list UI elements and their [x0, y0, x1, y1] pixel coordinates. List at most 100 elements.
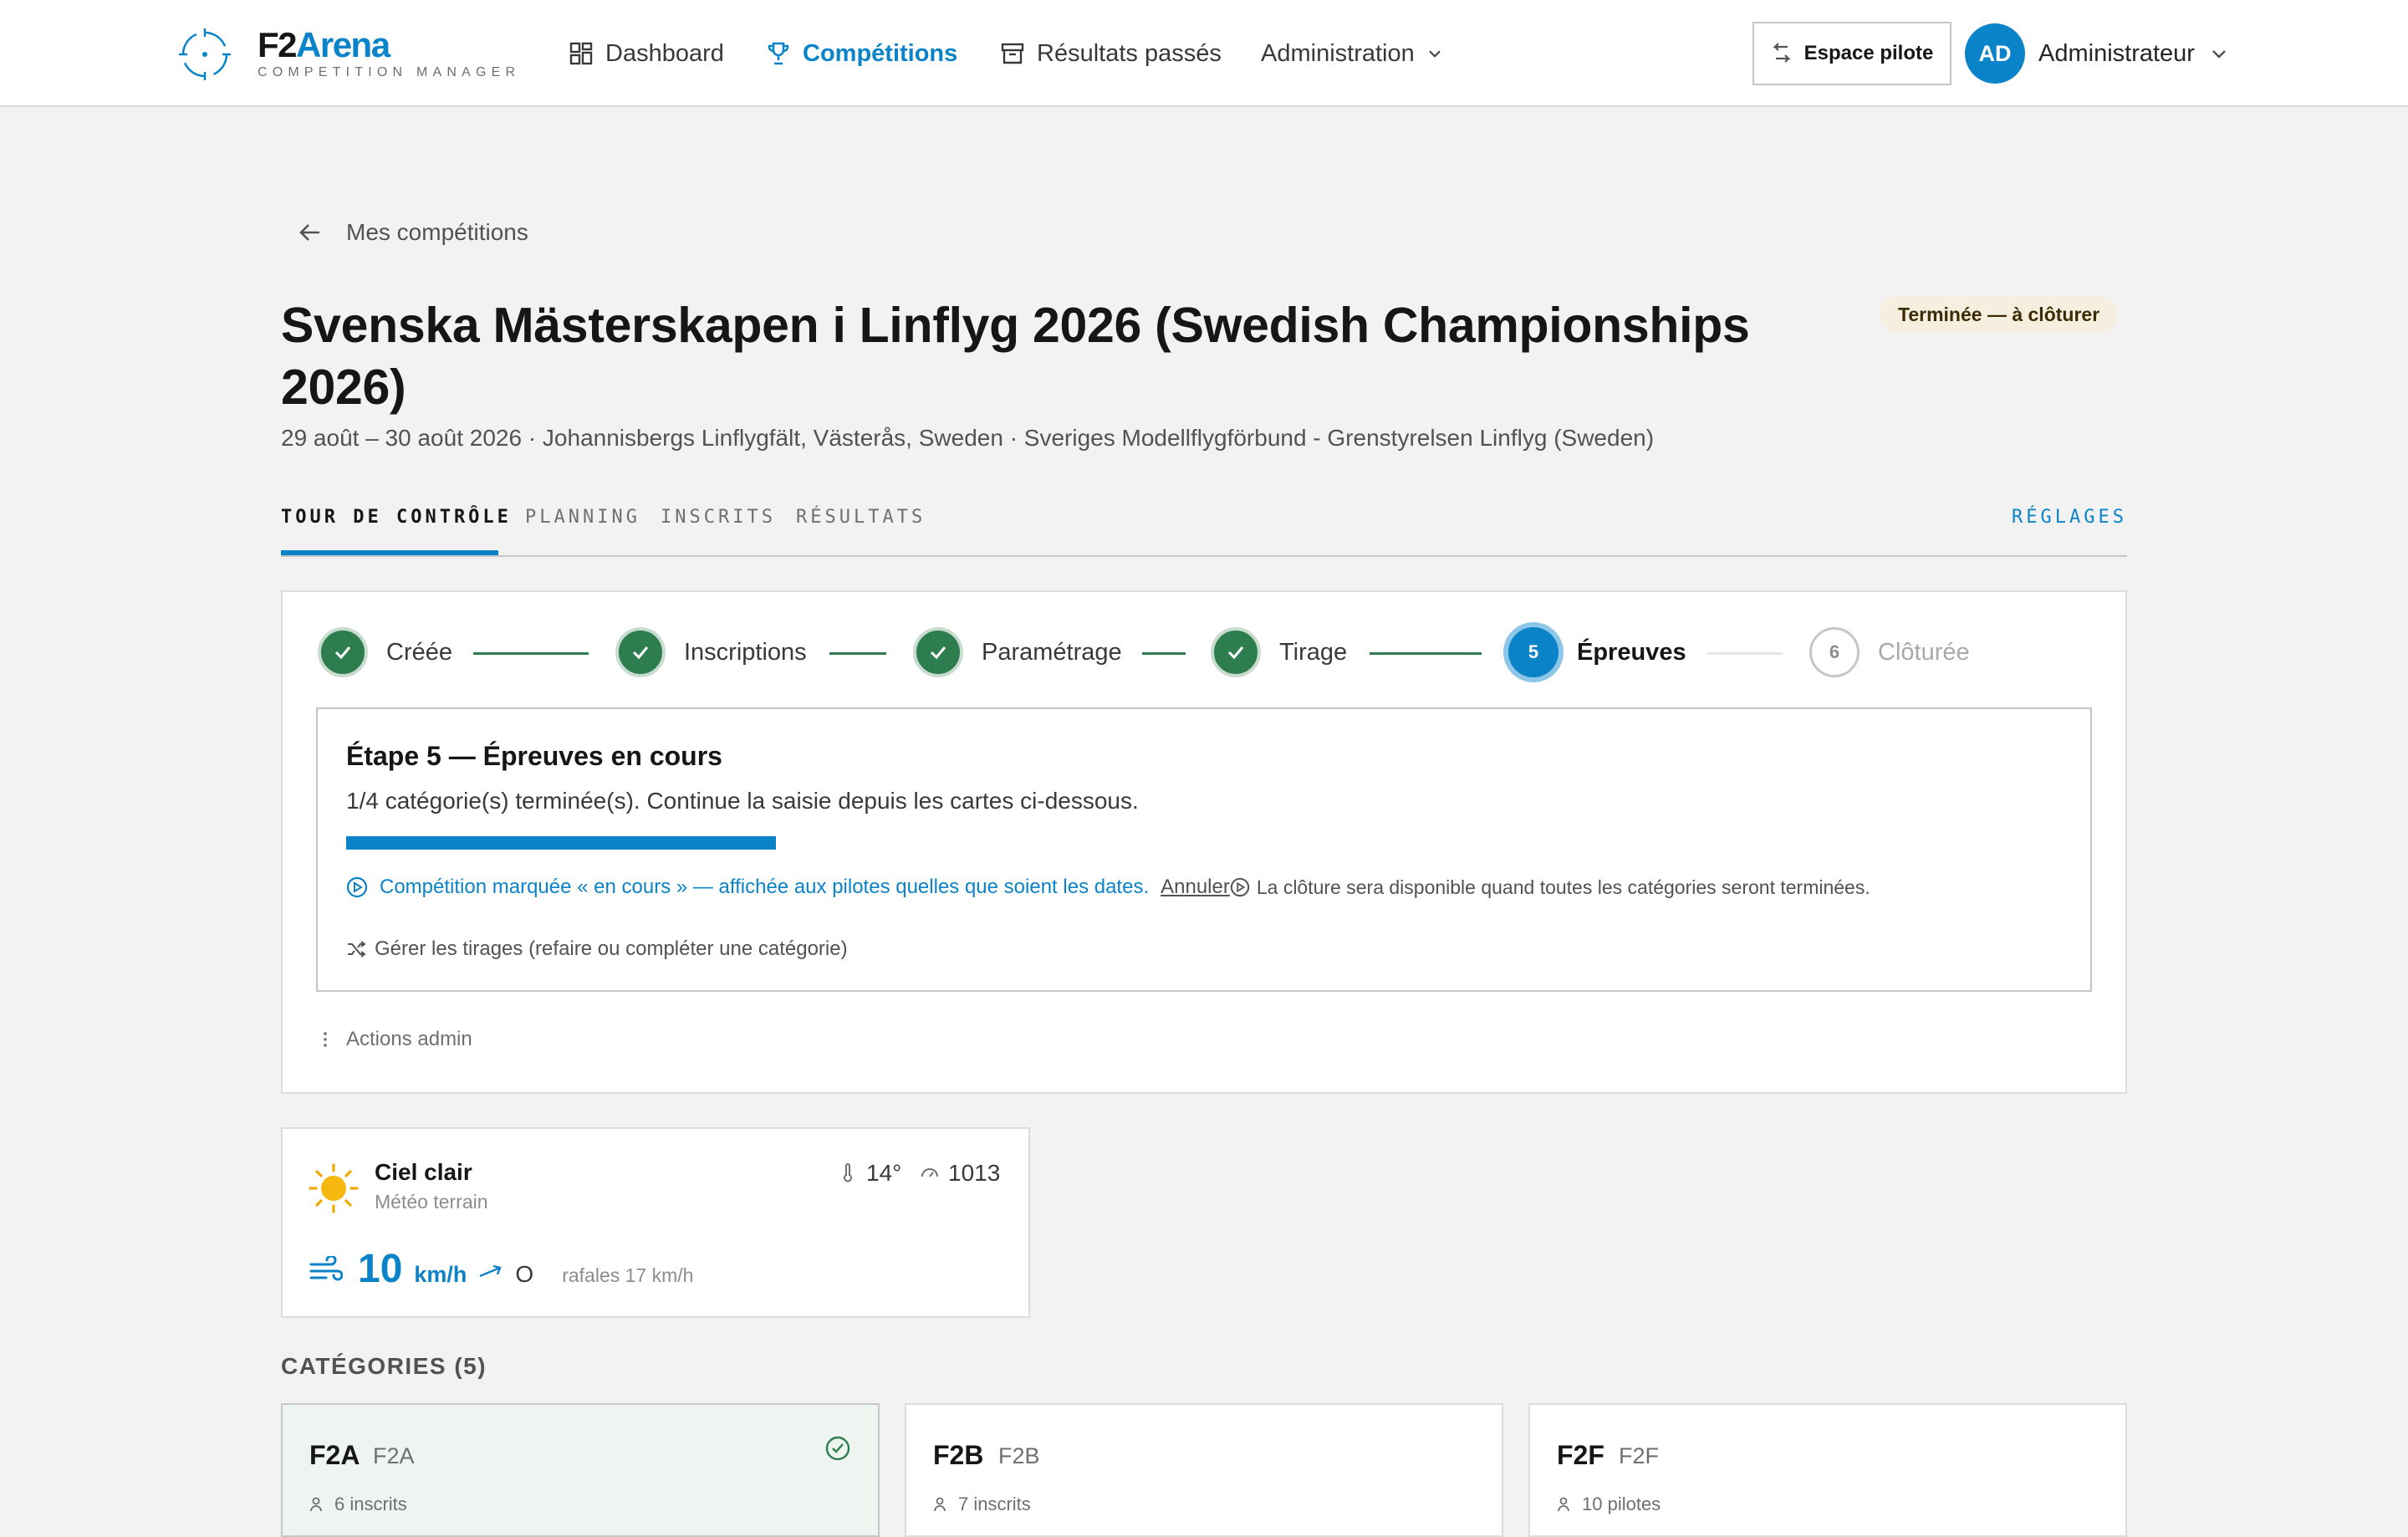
category-count-label: 10 pilotes [1582, 1494, 1661, 1514]
shuffle-icon [348, 941, 366, 957]
check-icon [1211, 627, 1261, 677]
play-circle-icon [1230, 877, 1250, 897]
logo-title-part1: F2 [258, 25, 298, 64]
nav-competitions[interactable]: Compétitions [766, 32, 957, 75]
arrow-left-icon [299, 224, 319, 241]
user-name-label: Administrateur [2038, 39, 2195, 67]
category-card-f2b[interactable]: F2B F2B 7 inscrits [905, 1403, 1503, 1537]
category-code: F2A [309, 1440, 360, 1470]
step-connector [473, 652, 589, 655]
wind-unit: km/h [414, 1262, 467, 1287]
users-icon [310, 1497, 322, 1512]
category-card-f2a[interactable]: F2A F2A 6 inscrits [281, 1403, 880, 1537]
category-code: F2F [1557, 1440, 1604, 1470]
current-stage-panel: Étape 5 — Épreuves en cours 1/4 catégori… [316, 707, 2092, 992]
step-draw: Tirage [1211, 626, 1347, 679]
chevron-down-icon [2212, 50, 2226, 59]
play-circle-icon [346, 876, 368, 898]
wind-gusts: rafales 17 km/h [562, 1264, 694, 1286]
admin-actions-menu[interactable]: Actions admin [316, 1025, 472, 1054]
manage-draws-link[interactable]: Gérer les tirages (refaire ou compléter … [346, 935, 848, 963]
tab-settings[interactable]: RÉGLAGES [2012, 507, 2127, 528]
sun-icon [309, 1163, 359, 1213]
step-label: Inscriptions [684, 638, 807, 666]
tab-control-tower[interactable]: TOUR DE CONTRÔLE [281, 507, 512, 528]
chevron-down-icon [1429, 50, 1441, 58]
step-rounds: 5 Épreuves [1508, 626, 1686, 679]
category-progress-bar [346, 836, 2064, 850]
archive-icon [1001, 43, 1024, 64]
back-to-competitions-link[interactable]: Mes compétitions [298, 216, 528, 249]
page-title: Svenska Mästerskapen i Linflyg 2026 (Swe… [281, 298, 1750, 415]
step-created: Créée [318, 626, 452, 679]
cancel-in-progress-link[interactable]: Annuler [1161, 876, 1230, 899]
manage-draws-label: Gérer les tirages (refaire ou compléter … [375, 937, 848, 960]
closure-hint: La clôture sera disponible quand toutes … [1256, 876, 1870, 898]
nav-past-results[interactable]: Résultats passés [1000, 32, 1222, 75]
nav-past-results-label: Résultats passés [1037, 39, 1222, 67]
step-label: Créée [386, 638, 452, 666]
category-card-f2f[interactable]: F2F F2F 10 pilotes [1528, 1403, 2127, 1537]
stage-title: Étape 5 — Épreuves en cours [346, 741, 722, 771]
in-progress-notice-text: Compétition marquée « en cours » — affic… [380, 876, 1150, 898]
step-registrations: Inscriptions [615, 626, 807, 679]
tab-registrations[interactable]: INSCRITS [661, 507, 776, 528]
category-count: 10 pilotes [1557, 1494, 1661, 1515]
step-number-badge: 6 [1809, 627, 1860, 677]
wind-icon [309, 1256, 343, 1281]
logo-subtitle: COMPETITION MANAGER [258, 65, 521, 79]
temperature-readout: 14° [838, 1159, 901, 1187]
user-menu[interactable]: Administrateur [2038, 32, 2228, 75]
back-link-label: Mes compétitions [346, 219, 528, 245]
pilot-space-button[interactable]: Espace pilote [1752, 22, 1951, 85]
nav-dashboard-label: Dashboard [605, 39, 724, 67]
wind-readout: 10 km/h O rafales 17 km/h [309, 1246, 693, 1296]
nav-administration[interactable]: Administration [1261, 32, 1443, 75]
check-icon [615, 627, 666, 677]
step-label: Paramétrage [982, 638, 1122, 666]
step-connector [1142, 652, 1186, 655]
logo-title: F2Arena [258, 27, 520, 64]
target-logo-icon [179, 28, 231, 80]
category-name: F2B [998, 1443, 1040, 1468]
users-icon [934, 1497, 946, 1512]
category-code: F2B [933, 1440, 984, 1470]
competition-meta: 29 août – 30 août 2026 · Johannisbergs L… [281, 425, 1655, 451]
step-closed: 6 Clôturée [1809, 626, 1970, 679]
step-connector [1707, 652, 1783, 655]
category-count-label: 6 inscrits [334, 1494, 407, 1514]
category-name: F2F [1619, 1443, 1660, 1468]
stage-description: 1/4 catégorie(s) terminée(s). Continue l… [346, 788, 1139, 814]
logo-title-part2: Arena [296, 25, 390, 64]
gauge-icon [921, 1168, 938, 1177]
trophy-icon [768, 42, 789, 65]
in-progress-notice: Compétition marquée « en cours » — affic… [346, 873, 1870, 901]
category-count-label: 7 inscrits [958, 1494, 1031, 1514]
weather-condition: Ciel clair [375, 1159, 472, 1185]
status-badge: Terminée — à clôturer [1880, 296, 2119, 333]
step-settings: Paramétrage [913, 626, 1122, 679]
users-icon [1558, 1497, 1569, 1512]
more-vertical-icon [324, 1032, 327, 1047]
categories-heading: CATÉGORIES (5) [281, 1353, 487, 1379]
wind-speed: 10 [358, 1247, 403, 1291]
competition-tabs: TOUR DE CONTRÔLE PLANNING INSCRITS RÉSUL… [281, 498, 2127, 557]
tab-planning[interactable]: PLANNING [525, 507, 640, 528]
nav-competitions-label: Compétitions [803, 39, 958, 67]
step-label: Tirage [1279, 638, 1348, 666]
weather-card: Ciel clair Météo terrain 14° 1013 10 km/… [281, 1127, 1030, 1318]
app-logo[interactable]: F2Arena COMPETITION MANAGER [177, 25, 515, 84]
nav-dashboard[interactable]: Dashboard [569, 32, 724, 75]
category-count: 7 inscrits [933, 1494, 1031, 1515]
category-name: F2A [373, 1443, 415, 1468]
pressure-readout: 1013 [920, 1159, 1000, 1187]
thermometer-icon [844, 1163, 852, 1182]
pressure-value: 1013 [948, 1160, 1001, 1186]
pilot-space-label: Espace pilote [1803, 42, 1934, 64]
step-connector [1370, 652, 1482, 655]
check-circle-icon [825, 1436, 850, 1461]
avatar[interactable]: AD [1965, 23, 2025, 84]
admin-actions-label: Actions admin [346, 1028, 472, 1050]
tab-results[interactable]: RÉSULTATS [796, 507, 926, 528]
step-connector [829, 652, 886, 655]
